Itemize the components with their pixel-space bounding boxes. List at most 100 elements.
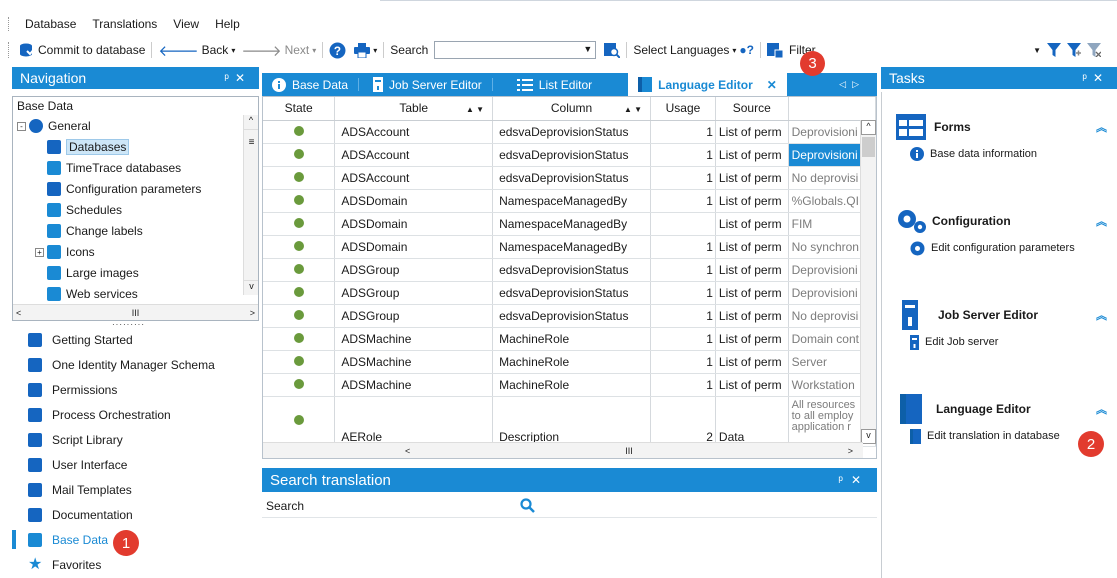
toolbar-search-input[interactable]: ▼ xyxy=(434,41,597,59)
tree-item[interactable]: Change labels xyxy=(35,221,143,241)
sort-arrows-icon[interactable]: ▲ ▼ xyxy=(466,105,484,114)
pin-icon[interactable]: ᵖ xyxy=(838,473,851,487)
column-header-translation[interactable] xyxy=(788,97,876,121)
table-row[interactable]: ADSDomain NamespaceManagedBy List of perm F… xyxy=(263,212,876,236)
column-header-column[interactable]: Column ▲ ▼ xyxy=(492,97,652,121)
tab-language-editor[interactable]: Language Editor ✕ xyxy=(628,73,787,96)
collapse-icon[interactable]: ︽ xyxy=(1096,401,1107,417)
nav-item[interactable]: Getting Started xyxy=(12,327,259,352)
collapse-icon[interactable]: ︽ xyxy=(1096,213,1107,229)
column-header-state[interactable]: State xyxy=(263,97,336,121)
table-row[interactable]: ADSAccount edsvaDeprovisionStatus 1 List of… xyxy=(263,143,876,167)
task-section-header[interactable]: Forms ︽ xyxy=(896,110,1111,144)
scroll-thumb[interactable]: ≡ xyxy=(247,137,256,157)
chevron-down-icon[interactable]: ▾ xyxy=(312,46,316,55)
table-row[interactable]: ADSMachine MachineRole 1 List of perm Server xyxy=(263,350,876,374)
nav-item[interactable]: Mail Templates xyxy=(12,477,259,502)
nav-item[interactable]: ★ Favorites xyxy=(12,552,259,577)
chevron-down-icon[interactable]: ▼ xyxy=(1033,46,1041,55)
scroll-left-icon[interactable]: < xyxy=(16,308,21,318)
column-header-source[interactable]: Source xyxy=(715,97,789,121)
table-row[interactable]: ADSMachine MachineRole 1 List of perm Workst… xyxy=(263,373,876,397)
print-button[interactable]: ▾ xyxy=(354,42,377,58)
expand-icon[interactable]: + xyxy=(35,247,44,257)
close-icon[interactable]: ✕ xyxy=(235,71,251,85)
nav-item[interactable]: One Identity Manager Schema xyxy=(12,352,259,377)
table-row[interactable]: ADSGroup edsvaDeprovisionStatus 1 List of p… xyxy=(263,304,876,328)
tab-base-data[interactable]: Base Data xyxy=(262,73,358,96)
funnel-add-icon[interactable] xyxy=(1067,43,1081,57)
tab-job-server-editor[interactable]: Job Server Editor xyxy=(359,73,492,96)
select-languages-button[interactable]: Select Languages ▾ ●? xyxy=(633,43,754,57)
chevron-down-icon[interactable]: ▼ xyxy=(583,44,592,54)
nav-item[interactable]: Permissions xyxy=(12,377,259,402)
next-button[interactable]: 🡒 Next ▾ xyxy=(241,41,316,60)
menu-translations[interactable]: Translations xyxy=(92,17,157,31)
tree-item[interactable]: Large images xyxy=(35,263,139,283)
grid-vertical-scrollbar[interactable]: ^ v xyxy=(860,120,876,444)
tab-list-editor[interactable]: List Editor xyxy=(493,73,602,96)
table-row[interactable]: ADSGroup edsvaDeprovisionStatus 1 List of p… xyxy=(263,258,876,282)
nav-item[interactable]: User Interface xyxy=(12,452,259,477)
funnel-clear-icon[interactable] xyxy=(1087,43,1101,57)
database-filter-icon[interactable] xyxy=(766,42,783,58)
tree-item[interactable]: + Icons xyxy=(35,242,95,262)
table-row[interactable]: ADSAccount edsvaDeprovisionStatus 1 List of… xyxy=(263,166,876,190)
tree-vertical-scrollbar[interactable]: ^ ≡ v xyxy=(243,115,258,295)
scroll-up-icon[interactable]: ^ xyxy=(861,120,876,135)
close-tab-icon[interactable]: ✕ xyxy=(767,78,777,92)
close-icon[interactable]: ✕ xyxy=(851,473,869,487)
chevron-down-icon[interactable]: ▾ xyxy=(231,46,235,55)
tree-item[interactable]: - General xyxy=(17,116,91,136)
grid-horizontal-scrollbar[interactable]: < III > xyxy=(263,442,863,458)
table-row[interactable]: ADSDomain NamespaceManagedBy 1 List of perm… xyxy=(263,189,876,213)
scroll-right-icon[interactable]: > xyxy=(250,308,255,318)
pin-icon[interactable]: ᵖ xyxy=(1082,71,1093,85)
help-icon[interactable]: ? xyxy=(329,42,346,59)
nav-item[interactable]: Documentation xyxy=(12,502,259,527)
collapse-icon[interactable]: ︽ xyxy=(1096,307,1107,323)
scroll-down-icon[interactable]: v xyxy=(861,429,876,444)
tree-item[interactable]: Configuration parameters xyxy=(35,179,201,199)
collapse-icon[interactable]: - xyxy=(17,121,26,131)
task-section-header[interactable]: Configuration ︽ xyxy=(896,204,1111,238)
chevron-down-icon[interactable]: ▾ xyxy=(373,46,377,55)
nav-item[interactable]: Process Orchestration xyxy=(12,402,259,427)
task-edit-configuration-parameters[interactable]: Edit configuration parameters xyxy=(896,238,1111,258)
sort-arrows-icon[interactable]: ▲ ▼ xyxy=(624,105,642,114)
pin-icon[interactable]: ᵖ xyxy=(224,71,235,85)
search-icon[interactable] xyxy=(520,498,535,513)
scroll-thumb[interactable]: III xyxy=(132,308,140,318)
table-row[interactable]: ADSGroup edsvaDeprovisionStatus 1 List of p… xyxy=(263,281,876,305)
scroll-up-icon[interactable]: ^ xyxy=(244,115,258,130)
scroll-thumb[interactable]: III xyxy=(625,446,633,456)
table-row[interactable]: AERole Description 2 Data All resources to al… xyxy=(263,396,876,447)
commit-button[interactable]: Commit to database xyxy=(19,42,145,58)
table-row[interactable]: ADSDomain NamespaceManagedBy 1 List of perm… xyxy=(263,235,876,259)
back-button[interactable]: 🡐 Back ▾ xyxy=(158,41,235,60)
task-base-data-information[interactable]: Base data information xyxy=(896,144,1111,164)
tree-horizontal-scrollbar[interactable]: < III > xyxy=(13,304,258,320)
scroll-left-icon[interactable]: < xyxy=(405,446,410,456)
tree-item[interactable]: Databases xyxy=(35,137,130,157)
search-database-icon[interactable] xyxy=(604,42,621,58)
nav-item[interactable]: Script Library xyxy=(12,427,259,452)
table-row[interactable]: ADSMachine MachineRole 1 List of perm Domain… xyxy=(263,327,876,351)
tab-scroll-icons[interactable]: ◁▷ xyxy=(839,73,877,96)
task-section-header[interactable]: Job Server Editor ︽ xyxy=(896,298,1111,332)
search-translation-input[interactable] xyxy=(310,496,870,515)
task-edit-job-server[interactable]: Edit Job server xyxy=(896,332,1111,352)
column-header-table[interactable]: Table ▲ ▼ xyxy=(334,97,494,121)
tree-item[interactable]: TimeTrace databases xyxy=(35,158,181,178)
scroll-down-icon[interactable]: v xyxy=(244,280,258,295)
menu-database[interactable]: Database xyxy=(25,17,76,31)
funnel-icon[interactable] xyxy=(1047,43,1061,57)
menu-view[interactable]: View xyxy=(173,17,199,31)
column-header-usage[interactable]: Usage xyxy=(650,97,716,121)
task-section-header[interactable]: Language Editor ︽ xyxy=(896,392,1111,426)
menu-help[interactable]: Help xyxy=(215,17,240,31)
tree-item[interactable]: Schedules xyxy=(35,200,122,220)
scroll-thumb[interactable] xyxy=(862,137,875,157)
close-icon[interactable]: ✕ xyxy=(1093,71,1109,85)
collapse-icon[interactable]: ︽ xyxy=(1096,119,1107,135)
